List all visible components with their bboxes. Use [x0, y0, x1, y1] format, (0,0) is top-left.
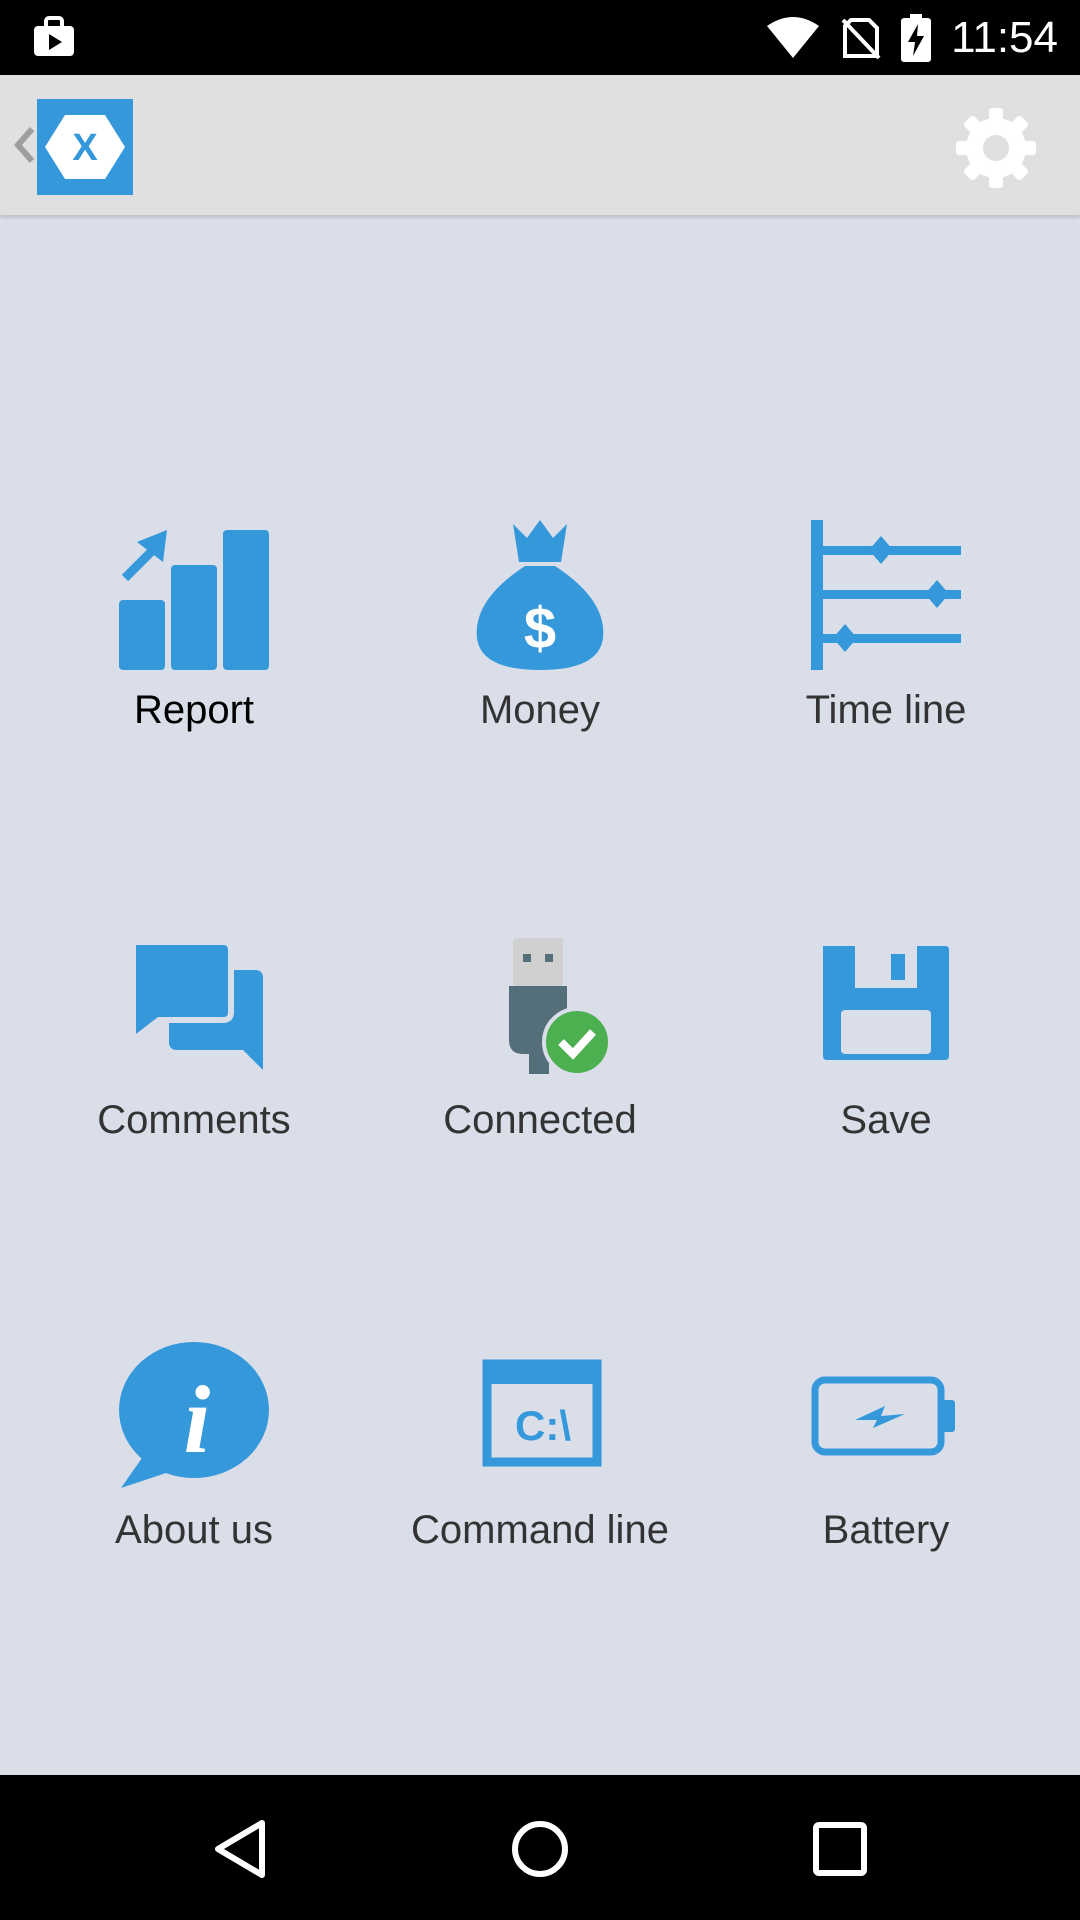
- menu-item-money[interactable]: $ Money: [360, 520, 720, 820]
- app-bar: X: [0, 75, 1080, 215]
- command-line-icon: C:\: [465, 1340, 615, 1490]
- home-circle-icon[interactable]: [508, 1817, 572, 1881]
- timeline-icon: [811, 520, 961, 670]
- xamarin-logo-icon[interactable]: X: [37, 99, 133, 195]
- svg-text:i: i: [184, 1366, 211, 1473]
- comments-icon: [119, 930, 269, 1080]
- menu-item-battery[interactable]: Battery: [706, 1340, 1066, 1640]
- menu-item-connected[interactable]: Connected: [360, 930, 720, 1230]
- menu-item-label: Save: [840, 1098, 932, 1142]
- usb-connected-icon: [465, 930, 615, 1080]
- menu-item-label: Battery: [822, 1508, 950, 1552]
- menu-item-label: Money: [479, 688, 601, 732]
- menu-item-timeline[interactable]: Time line: [706, 520, 1066, 820]
- command-line-glyph: C:\: [515, 1402, 571, 1449]
- menu-item-about-us[interactable]: i About us: [14, 1340, 374, 1640]
- menu-item-report[interactable]: Report: [14, 520, 374, 820]
- menu-item-command-line[interactable]: C:\ Command line: [360, 1340, 720, 1640]
- status-bar: 11:54: [0, 0, 1080, 75]
- status-time: 11:54: [951, 12, 1058, 62]
- menu-item-label: Command line: [411, 1508, 669, 1552]
- menu-item-label: Connected: [443, 1098, 637, 1142]
- menu-item-label: Report: [133, 688, 255, 732]
- menu-item-comments[interactable]: Comments: [14, 930, 374, 1230]
- wifi-icon: [767, 16, 820, 58]
- battery-charging-icon: [901, 13, 932, 62]
- menu-item-label: Time line: [805, 688, 967, 732]
- back-chevron-icon[interactable]: [10, 125, 36, 165]
- navigation-bar: [0, 1775, 1080, 1920]
- menu-item-label: Comments: [97, 1098, 291, 1142]
- back-triangle-icon[interactable]: [210, 1817, 274, 1881]
- battery-icon: [811, 1340, 961, 1490]
- logo-letter: X: [72, 127, 98, 169]
- settings-gear-icon[interactable]: [955, 107, 1037, 189]
- menu-item-save[interactable]: Save: [706, 930, 1066, 1230]
- recents-square-icon[interactable]: [808, 1817, 872, 1881]
- shopping-bag-icon: [34, 16, 74, 56]
- svg-text:$: $: [524, 596, 556, 661]
- bar-chart-icon: [119, 520, 269, 670]
- money-bag-icon: $: [465, 520, 615, 670]
- floppy-disk-icon: [811, 930, 961, 1080]
- info-bubble-icon: i: [119, 1340, 269, 1490]
- menu-item-label: About us: [115, 1508, 273, 1552]
- no-sim-icon: [841, 17, 881, 59]
